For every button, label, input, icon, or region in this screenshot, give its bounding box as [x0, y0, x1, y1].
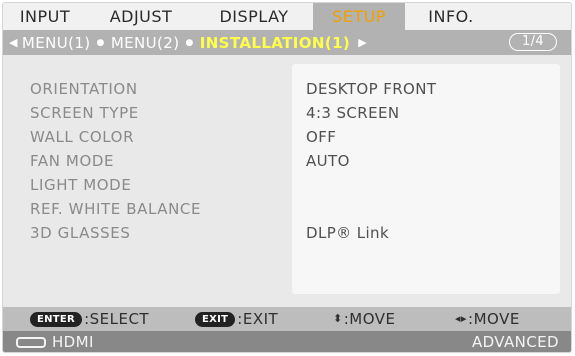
setting-label-3d-glasses[interactable]: 3D GLASSES	[30, 221, 201, 245]
setting-label-orientation[interactable]: ORIENTATION	[30, 77, 201, 101]
enter-action-label: :SELECT	[84, 310, 150, 328]
tab-adjust[interactable]: ADJUST	[87, 3, 195, 30]
projector-menu: INPUT ADJUST DISPLAY SETUP INFO. ◀ MENU(…	[2, 2, 572, 353]
menu-tabs: INPUT ADJUST DISPLAY SETUP INFO.	[3, 3, 571, 30]
updown-move-hint: ⬍ :MOVE	[333, 307, 396, 331]
setting-value-light-mode	[306, 173, 436, 197]
separator-dot-icon: ●	[185, 37, 194, 48]
right-arrow-icon[interactable]: ▶	[358, 36, 367, 49]
up-down-arrows-icon: ⬍	[333, 312, 343, 325]
left-arrow-icon[interactable]: ◀	[9, 36, 18, 49]
left-right-arrows-icon: ◂▸	[455, 312, 468, 325]
setting-label-ref-white-balance[interactable]: REF. WHITE BALANCE	[30, 197, 201, 221]
setting-value-ref-white-balance	[306, 197, 436, 221]
exit-key-badge: EXIT	[195, 311, 236, 327]
tab-input[interactable]: INPUT	[3, 3, 87, 30]
key-guide-bar: ENTER :SELECT EXIT :EXIT ⬍ :MOVE ◂▸ :MOV…	[3, 307, 571, 331]
setting-value-orientation: DESKTOP FRONT	[306, 80, 437, 98]
status-bar: HDMI ADVANCED	[3, 331, 571, 352]
menu-mode-label: ADVANCED	[471, 333, 559, 351]
submenu-bar: ◀ MENU(1) ● MENU(2) ● INSTALLATION(1) ▶ …	[3, 30, 571, 55]
page-indicator: 1/4	[509, 33, 557, 51]
submenu-item-menu2[interactable]: MENU(2)	[111, 34, 180, 52]
enter-select-hint: ENTER :SELECT	[30, 307, 149, 331]
setting-label-wall-color[interactable]: WALL COLOR	[30, 125, 201, 149]
leftright-action-label: :MOVE	[468, 310, 520, 328]
exit-hint: EXIT :EXIT	[195, 307, 278, 331]
setting-value-screen-type: 4:3 SCREEN	[306, 104, 400, 122]
settings-panel: ORIENTATION SCREEN TYPE WALL COLOR FAN M…	[3, 55, 571, 301]
enter-key-badge: ENTER	[30, 311, 83, 327]
updown-action-label: :MOVE	[343, 310, 396, 328]
input-source-label: HDMI	[52, 333, 94, 351]
submenu-item-menu1[interactable]: MENU(1)	[22, 34, 91, 52]
setting-label-light-mode[interactable]: LIGHT MODE	[30, 173, 201, 197]
tab-display[interactable]: DISPLAY	[195, 3, 313, 30]
tab-setup[interactable]: SETUP	[313, 3, 405, 30]
separator-dot-icon: ●	[96, 37, 105, 48]
exit-action-label: :EXIT	[237, 310, 279, 328]
submenu-item-installation1[interactable]: INSTALLATION(1)	[200, 34, 350, 52]
settings-labels: ORIENTATION SCREEN TYPE WALL COLOR FAN M…	[30, 77, 201, 245]
hdmi-port-icon	[16, 337, 46, 348]
setting-label-screen-type[interactable]: SCREEN TYPE	[30, 101, 201, 125]
setting-label-fan-mode[interactable]: FAN MODE	[30, 149, 201, 173]
setting-value-wall-color: OFF	[306, 128, 337, 146]
setting-value-fan-mode: AUTO	[306, 152, 350, 170]
settings-values-panel: DESKTOP FRONT 4:3 SCREEN OFF AUTO DLP® L…	[292, 64, 560, 294]
leftright-move-hint: ◂▸ :MOVE	[455, 307, 520, 331]
tab-info[interactable]: INFO.	[405, 3, 497, 30]
setting-value-3d-glasses: DLP® Link	[306, 224, 390, 242]
